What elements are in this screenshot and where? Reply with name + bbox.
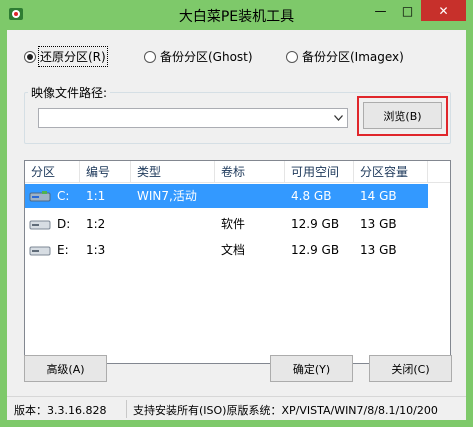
volume-label-cell: 软件 — [221, 217, 246, 231]
minimize-button[interactable]: — — [367, 0, 394, 21]
maximize-icon: □ — [401, 3, 414, 18]
status-divider — [126, 400, 127, 418]
type-cell — [131, 212, 137, 236]
radio-backup-imagex[interactable]: 备份分区(Imagex) — [286, 48, 404, 65]
drive-icon — [29, 246, 51, 256]
chevron-down-icon[interactable] — [330, 109, 347, 127]
partition-cell: D: — [57, 217, 71, 231]
advanced-button[interactable]: 高级(A) — [24, 355, 107, 382]
table-row[interactable]: C: 1:1 WIN7,活动 4.8 GB 14 GB — [25, 184, 428, 208]
capacity-cell: 13 GB — [360, 243, 397, 257]
free-space-cell: 4.8 GB — [291, 189, 332, 203]
close-window-button[interactable]: ✕ — [421, 0, 466, 21]
system-disk-icon — [29, 191, 51, 202]
radio-ghost-label: 备份分区(Ghost) — [160, 50, 253, 64]
column-header-partition[interactable]: 分区 — [25, 161, 80, 183]
browse-button[interactable]: 浏览(B) — [363, 102, 442, 129]
app-window: 大白菜PE装机工具 — □ ✕ 还原分区(R) 备份分区(Ghost) 备份分区… — [0, 0, 473, 427]
free-space-cell: 12.9 GB — [291, 243, 340, 257]
close-button[interactable]: 关闭(C) — [369, 355, 452, 382]
minimize-icon: — — [374, 3, 387, 18]
radio-restore-label: 还原分区(R) — [38, 46, 108, 67]
drive-icon — [29, 220, 51, 230]
free-space-cell: 12.9 GB — [291, 217, 340, 231]
table-row[interactable]: E: 1:3 文档 12.9 GB 13 GB — [25, 238, 428, 262]
radio-imagex-label: 备份分区(Imagex) — [302, 50, 404, 64]
column-header-number[interactable]: 编号 — [80, 161, 131, 183]
column-header-capacity[interactable]: 分区容量 — [354, 161, 428, 183]
radio-restore-indicator[interactable] — [24, 50, 36, 63]
image-path-combobox[interactable] — [38, 108, 348, 128]
column-header-free-space[interactable]: 可用空间 — [285, 161, 354, 183]
dialog-body: 还原分区(R) 备份分区(Ghost) 备份分区(Imagex) 映像文件路径:… — [7, 30, 466, 420]
close-icon: ✕ — [438, 3, 449, 18]
volume-label-cell: 文档 — [221, 243, 246, 257]
status-bar: 版本：3.3.16.828 支持安装所有(ISO)原版系统：XP/VISTA/W… — [7, 396, 466, 420]
image-path-label: 映像文件路径: — [28, 84, 111, 101]
radio-imagex-indicator[interactable] — [286, 50, 298, 63]
capacity-cell: 13 GB — [360, 217, 397, 231]
title-bar[interactable]: 大白菜PE装机工具 — □ ✕ — [0, 0, 473, 30]
maximize-button[interactable]: □ — [394, 0, 421, 21]
volume-label-cell — [215, 184, 221, 208]
type-cell: WIN7,活动 — [137, 189, 197, 203]
column-header-type[interactable]: 类型 — [131, 161, 215, 183]
table-header: 分区 编号 类型 卷标 可用空间 分区容量 — [25, 161, 450, 183]
supported-systems-text: 支持安装所有(ISO)原版系统：XP/VISTA/WIN7/8/8.1/10/2… — [133, 404, 438, 417]
ok-button[interactable]: 确定(Y) — [270, 355, 353, 382]
number-cell: 1:1 — [86, 189, 106, 203]
partition-cell: E: — [57, 243, 69, 257]
capacity-cell: 14 GB — [360, 189, 397, 203]
column-header-label[interactable]: 卷标 — [215, 161, 285, 183]
partition-table[interactable]: 分区 编号 类型 卷标 可用空间 分区容量 C: 1:1 WIN7,活动 4.8… — [24, 160, 451, 364]
version-text: 版本：3.3.16.828 — [14, 404, 107, 417]
type-cell — [131, 238, 137, 262]
table-row[interactable]: D: 1:2 软件 12.9 GB 13 GB — [25, 212, 428, 236]
radio-ghost-indicator[interactable] — [144, 50, 156, 63]
number-cell: 1:3 — [86, 243, 106, 257]
radio-restore-partition[interactable]: 还原分区(R) — [24, 46, 108, 67]
number-cell: 1:2 — [86, 217, 106, 231]
partition-cell: C: — [57, 189, 70, 203]
radio-backup-ghost[interactable]: 备份分区(Ghost) — [144, 48, 253, 65]
